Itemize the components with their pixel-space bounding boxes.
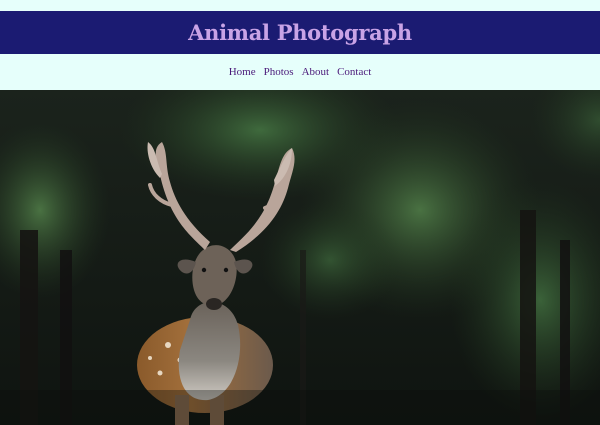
site-title: Animal Photograph xyxy=(188,20,412,45)
hero-image xyxy=(0,90,600,425)
nav-home[interactable]: Home xyxy=(229,66,256,78)
page: Animal Photograph Home Photos About Cont… xyxy=(0,0,600,425)
deer-photo xyxy=(0,90,600,425)
site-header: Animal Photograph xyxy=(0,11,600,54)
nav-photos[interactable]: Photos xyxy=(264,66,294,78)
main-nav: Home Photos About Contact xyxy=(0,54,600,90)
nav-contact[interactable]: Contact xyxy=(337,66,371,78)
nav-about[interactable]: About xyxy=(302,66,330,78)
